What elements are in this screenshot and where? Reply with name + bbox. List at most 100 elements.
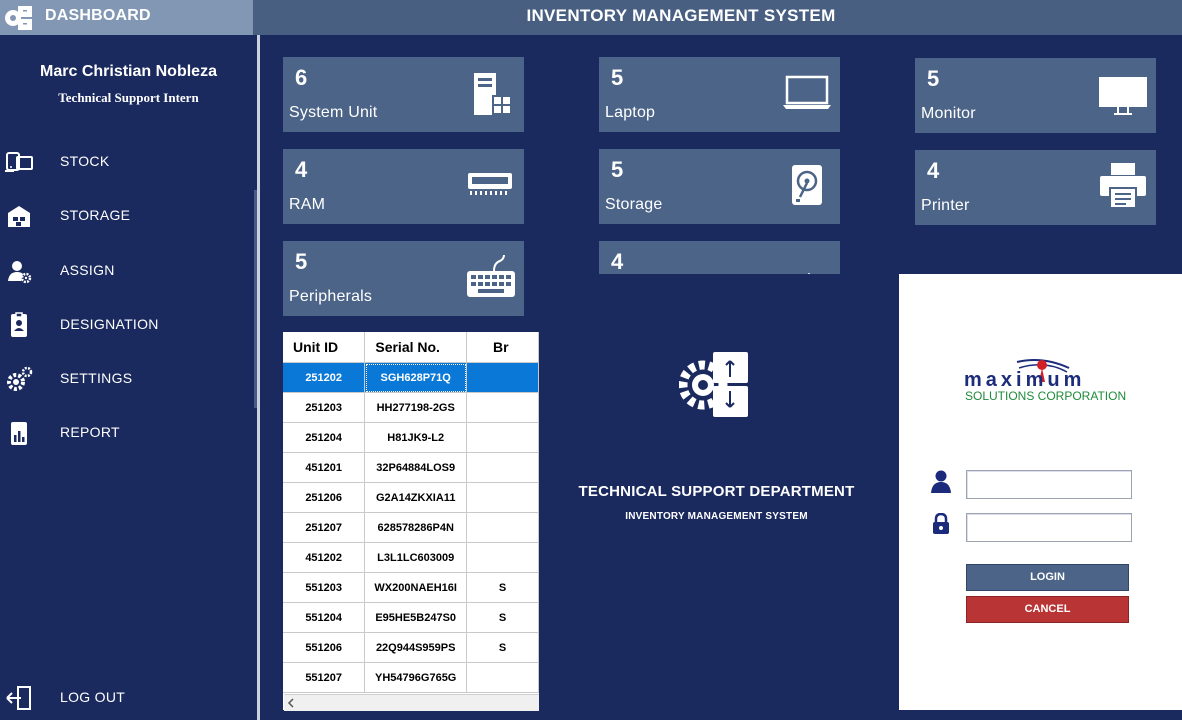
cell-brand[interactable] — [466, 662, 539, 693]
cell-brand[interactable] — [466, 422, 539, 453]
card-partial[interactable]: 4 — [599, 241, 840, 274]
column-header-unit-id[interactable]: Unit ID — [283, 332, 366, 363]
cell-unit-id[interactable]: 251203 — [283, 392, 366, 423]
sidebar-divider — [257, 35, 260, 720]
cell-serial-no[interactable]: L3L1LC603009 — [364, 542, 468, 573]
card-count: 6 — [295, 65, 308, 90]
dashboard-logo-icon — [5, 6, 32, 30]
table-header-row: Unit ID Serial No. Br — [283, 332, 539, 363]
table-row[interactable]: 251202 SGH628P71Q — [283, 362, 539, 393]
scroll-left-icon[interactable] — [287, 698, 295, 708]
sidebar-item-label: STORAGE — [60, 207, 131, 223]
table-row[interactable]: 551203 WX200NAEH16I S — [283, 572, 539, 603]
sidebar-item-storage[interactable]: STORAGE — [0, 196, 254, 236]
user-name: Marc Christian Nobleza — [40, 63, 217, 80]
cell-brand[interactable]: S — [466, 632, 539, 663]
cell-brand[interactable]: S — [466, 572, 539, 603]
cell-unit-id[interactable]: 551203 — [283, 572, 366, 603]
cell-brand[interactable] — [466, 542, 539, 573]
user-gear-icon — [8, 261, 32, 284]
department-logo-icon — [679, 352, 748, 417]
cell-brand[interactable] — [466, 392, 539, 423]
department-title: TECHNICAL SUPPORT DEPARTMENT — [578, 483, 855, 500]
cell-brand[interactable]: S — [466, 602, 539, 633]
column-header-brand[interactable]: Br — [466, 332, 539, 363]
cell-serial-no[interactable]: E95HE5B247S0 — [364, 602, 468, 633]
table-row[interactable]: 451202 L3L1LC603009 — [283, 542, 539, 573]
system-unit-icon — [474, 73, 512, 115]
hard-drive-icon — [792, 165, 822, 205]
user-role: Technical Support Intern — [58, 90, 199, 105]
username-field[interactable] — [966, 470, 1132, 499]
warehouse-icon — [8, 206, 30, 227]
sidebar-item-stock[interactable]: STOCK — [0, 142, 254, 182]
cell-unit-id[interactable]: 451202 — [283, 542, 366, 573]
table-row[interactable]: 551207 YH54796G765G — [283, 662, 539, 693]
card-label: RAM — [289, 196, 326, 213]
sidebar-item-label: DESIGNATION — [60, 316, 159, 332]
id-badge-icon — [11, 312, 27, 337]
ram-icon — [468, 173, 512, 195]
laptop-icon — [783, 75, 831, 109]
cell-serial-no[interactable]: 32P64884LOS9 — [364, 452, 468, 483]
table-row[interactable]: 551206 22Q944S959PS S — [283, 632, 539, 663]
card-count: 5 — [927, 66, 940, 91]
cell-serial-no[interactable]: WX200NAEH16I — [364, 572, 468, 603]
sidebar-item-settings[interactable]: SETTINGS — [0, 359, 254, 399]
table-row[interactable]: 251206 G2A14ZKXIA11 — [283, 482, 539, 513]
printer-icon — [1100, 163, 1146, 209]
cable-icon — [808, 273, 810, 274]
card-peripherals[interactable]: 5 Peripherals — [283, 241, 524, 316]
cell-unit-id[interactable]: 451201 — [283, 452, 366, 483]
card-printer[interactable]: 4 Printer — [915, 150, 1156, 225]
logout-button[interactable]: LOG OUT — [0, 678, 254, 718]
cell-unit-id[interactable]: 251202 — [283, 362, 366, 393]
sidebar-scrollbar[interactable] — [254, 190, 257, 408]
horizontal-scrollbar[interactable] — [284, 694, 539, 711]
table-row[interactable]: 251203 HH277198-2GS — [283, 392, 539, 423]
table-row[interactable]: 451201 32P64884LOS9 — [283, 452, 539, 483]
card-label: Storage — [605, 196, 663, 213]
keyboard-icon — [467, 254, 515, 297]
cancel-button[interactable]: CANCEL — [966, 596, 1129, 623]
cell-serial-no[interactable]: SGH628P71Q — [364, 362, 468, 393]
card-system-unit[interactable]: 6 System Unit — [283, 57, 524, 132]
cell-serial-no[interactable]: 22Q944S959PS — [364, 632, 468, 663]
cell-brand[interactable] — [466, 512, 539, 543]
cell-serial-no[interactable]: 628578286P4N — [364, 512, 468, 543]
cell-brand[interactable] — [466, 362, 539, 393]
card-monitor[interactable]: 5 Monitor — [915, 58, 1156, 133]
card-laptop[interactable]: 5 Laptop — [599, 57, 840, 132]
card-storage[interactable]: 5 Storage — [599, 149, 840, 224]
cell-unit-id[interactable]: 251204 — [283, 422, 366, 453]
monitor-icon — [1099, 77, 1147, 115]
card-ram[interactable]: 4 RAM — [283, 149, 524, 224]
sidebar-item-label: REPORT — [60, 424, 120, 440]
cell-unit-id[interactable]: 551204 — [283, 602, 366, 633]
dashboard-tab[interactable]: DASHBOARD — [0, 0, 253, 35]
cell-serial-no[interactable]: G2A14ZKXIA11 — [364, 482, 468, 513]
sidebar-item-designation[interactable]: DESIGNATION — [0, 305, 254, 345]
table-row[interactable]: 251207 628578286P4N — [283, 512, 539, 543]
cell-serial-no[interactable]: HH277198-2GS — [364, 392, 468, 423]
cell-unit-id[interactable]: 551206 — [283, 632, 366, 663]
inventory-table[interactable]: Unit ID Serial No. Br 251202 SGH628P71Q 25… — [283, 332, 539, 710]
cell-unit-id[interactable]: 251206 — [283, 482, 366, 513]
cell-unit-id[interactable]: 251207 — [283, 512, 366, 543]
company-logo-subtitle: SOLUTIONS CORPORATION — [965, 389, 1127, 403]
devices-icon — [5, 152, 33, 172]
password-field[interactable] — [966, 513, 1132, 542]
login-button[interactable]: LOGIN — [966, 564, 1129, 591]
cell-serial-no[interactable]: H81JK9-L2 — [364, 422, 468, 453]
cell-serial-no[interactable]: YH54796G765G — [364, 662, 468, 693]
table-row[interactable]: 551204 E95HE5B247S0 S — [283, 602, 539, 633]
dashboard-label: DASHBOARD — [45, 7, 151, 24]
column-header-serial-no[interactable]: Serial No. — [364, 332, 468, 363]
gear-icon — [7, 366, 33, 391]
cell-brand[interactable] — [466, 482, 539, 513]
table-row[interactable]: 251204 H81JK9-L2 — [283, 422, 539, 453]
cell-unit-id[interactable]: 551207 — [283, 662, 366, 693]
cell-brand[interactable] — [466, 452, 539, 483]
sidebar-item-report[interactable]: REPORT — [0, 413, 254, 453]
sidebar-item-assign[interactable]: ASSIGN — [0, 251, 254, 291]
